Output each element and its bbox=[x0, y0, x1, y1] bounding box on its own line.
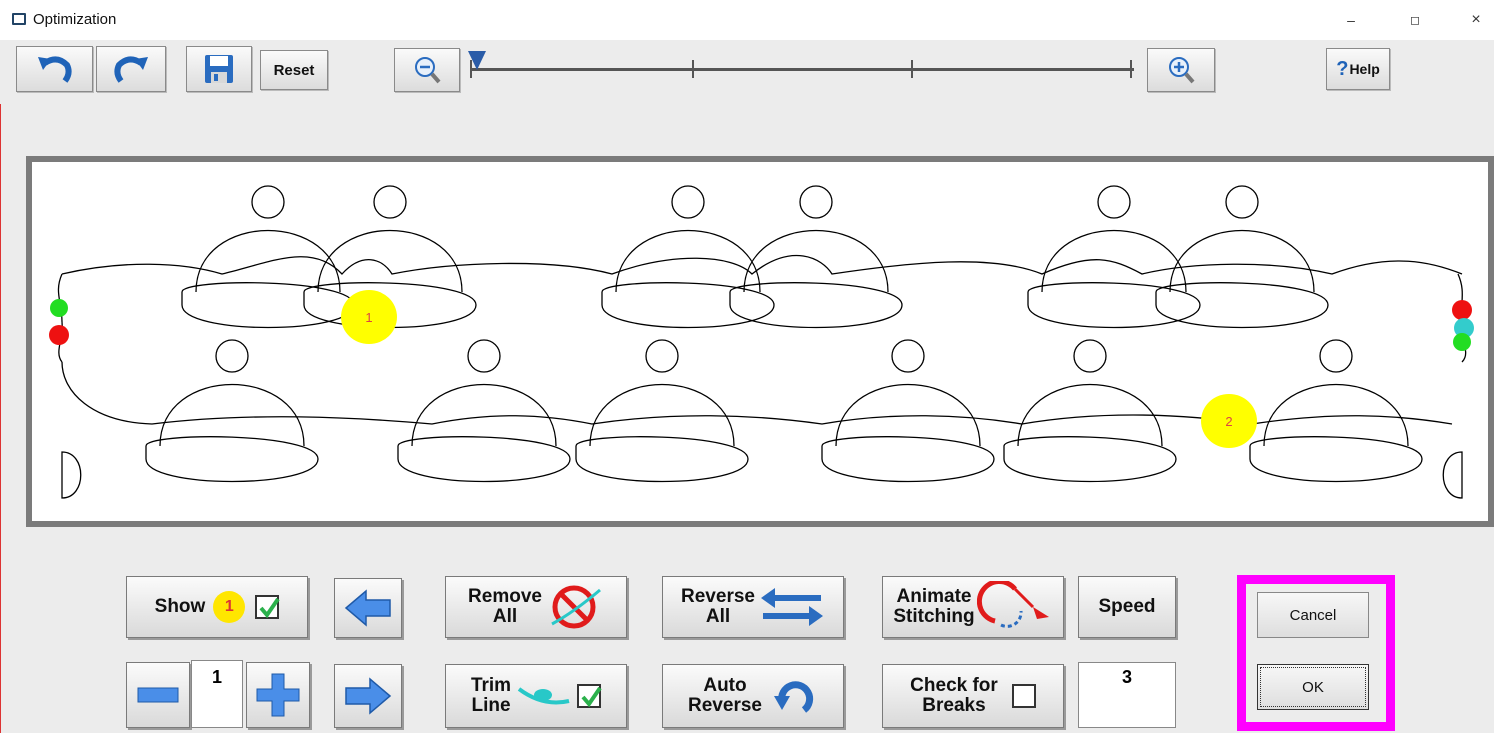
trim-line-label: Trim Line bbox=[471, 676, 511, 716]
close-button[interactable]: × bbox=[1456, 8, 1494, 32]
speed-label: Speed bbox=[1098, 596, 1156, 617]
save-icon bbox=[205, 55, 233, 83]
zoom-slider-tick bbox=[1130, 60, 1132, 78]
auto-reverse-label-line1: Auto bbox=[703, 675, 747, 696]
help-icon: ? bbox=[1336, 57, 1349, 80]
title-bar: Optimization – ◻ × bbox=[0, 0, 1494, 40]
reset-button[interactable]: Reset bbox=[260, 50, 328, 90]
undo-icon bbox=[37, 56, 72, 83]
remove-all-label-line1: Remove bbox=[468, 586, 542, 607]
check-for-breaks-button[interactable]: Check for Breaks bbox=[882, 664, 1064, 728]
show-checkbox[interactable] bbox=[255, 595, 280, 619]
check-breaks-label-line1: Check for bbox=[910, 675, 998, 696]
help-button[interactable]: ? Help bbox=[1326, 48, 1390, 90]
window-title: Optimization bbox=[33, 11, 117, 28]
swap-arrows-icon bbox=[760, 588, 823, 626]
reverse-all-button[interactable]: Reverse All bbox=[662, 576, 844, 638]
no-entry-icon bbox=[551, 585, 601, 629]
check-icon bbox=[581, 686, 602, 708]
app-icon bbox=[12, 13, 26, 25]
animate-label-line1: Animate bbox=[896, 586, 972, 607]
zoom-out-icon bbox=[415, 57, 441, 84]
zoom-in-icon bbox=[1169, 57, 1195, 84]
check-breaks-label-line2: Breaks bbox=[922, 695, 986, 716]
zoom-slider-track[interactable] bbox=[470, 68, 1134, 71]
show-button[interactable]: Show 1 bbox=[126, 576, 308, 638]
start-point-marker bbox=[50, 299, 68, 317]
auto-reverse-button[interactable]: Auto Reverse bbox=[662, 664, 844, 728]
sequence-marker-1[interactable]: 1 bbox=[341, 290, 397, 344]
quilt-pattern bbox=[49, 185, 1474, 499]
reverse-all-label-line2: All bbox=[705, 606, 731, 627]
ok-button[interactable]: OK bbox=[1257, 664, 1369, 710]
speed-value-field[interactable]: 3 bbox=[1078, 662, 1176, 728]
redo-icon bbox=[114, 56, 148, 83]
decrement-button[interactable] bbox=[126, 662, 190, 728]
plus-icon bbox=[256, 673, 300, 717]
show-label: Show bbox=[154, 596, 206, 617]
check-for-breaks-checkbox[interactable] bbox=[1011, 684, 1036, 708]
restore-button[interactable]: ◻ bbox=[1395, 8, 1435, 32]
auto-reverse-label: Auto Reverse bbox=[688, 676, 762, 716]
start-point-marker bbox=[1453, 333, 1471, 351]
speed-button[interactable]: Speed bbox=[1078, 576, 1176, 638]
end-point-marker bbox=[49, 325, 69, 345]
design-canvas[interactable] bbox=[26, 156, 1494, 527]
animate-stitching-button[interactable]: Animate Stitching bbox=[882, 576, 1064, 638]
minimize-button[interactable]: – bbox=[1331, 8, 1371, 32]
cancel-button[interactable]: Cancel bbox=[1257, 592, 1369, 638]
arrow-left-icon bbox=[344, 589, 391, 627]
check-icon bbox=[259, 597, 280, 619]
remove-all-label: Remove All bbox=[468, 587, 542, 627]
zoom-out-button[interactable] bbox=[394, 48, 460, 92]
reverse-all-label: Reverse All bbox=[681, 587, 755, 627]
stitch-number-field[interactable]: 1 bbox=[191, 660, 243, 728]
trim-icon bbox=[517, 687, 570, 705]
animate-icon bbox=[976, 581, 1049, 628]
zoom-slider-thumb[interactable] bbox=[467, 50, 487, 72]
zoom-in-button[interactable] bbox=[1147, 48, 1215, 92]
trim-line-label-line1: Trim bbox=[470, 675, 512, 696]
end-point-marker bbox=[1452, 300, 1472, 320]
next-button[interactable] bbox=[334, 664, 402, 728]
help-label: Help bbox=[1349, 61, 1380, 77]
animate-label-line2: Stitching bbox=[893, 606, 975, 627]
redo-button[interactable] bbox=[96, 46, 166, 92]
save-button[interactable] bbox=[186, 46, 252, 92]
undo-button[interactable] bbox=[16, 46, 93, 92]
previous-button[interactable] bbox=[334, 578, 402, 638]
show-badge: 1 bbox=[213, 591, 246, 623]
trim-line-button[interactable]: Trim Line bbox=[445, 664, 627, 728]
auto-reverse-label-line2: Reverse bbox=[688, 695, 762, 716]
remove-all-label-line2: All bbox=[492, 606, 518, 627]
trim-line-label-line2: Line bbox=[471, 695, 511, 716]
check-for-breaks-label: Check for Breaks bbox=[910, 676, 998, 716]
remove-all-button[interactable]: Remove All bbox=[445, 576, 627, 638]
minus-icon bbox=[137, 687, 179, 703]
sequence-marker-2[interactable]: 2 bbox=[1201, 394, 1257, 448]
increment-button[interactable] bbox=[246, 662, 310, 728]
zoom-slider-tick bbox=[911, 60, 913, 78]
trim-line-checkbox[interactable] bbox=[577, 684, 602, 708]
reverse-all-label-line1: Reverse bbox=[681, 586, 755, 607]
auto-reverse-icon bbox=[773, 681, 814, 713]
animate-stitching-label: Animate Stitching bbox=[893, 587, 974, 627]
zoom-slider-tick bbox=[692, 60, 694, 78]
arrow-right-icon bbox=[345, 677, 392, 715]
